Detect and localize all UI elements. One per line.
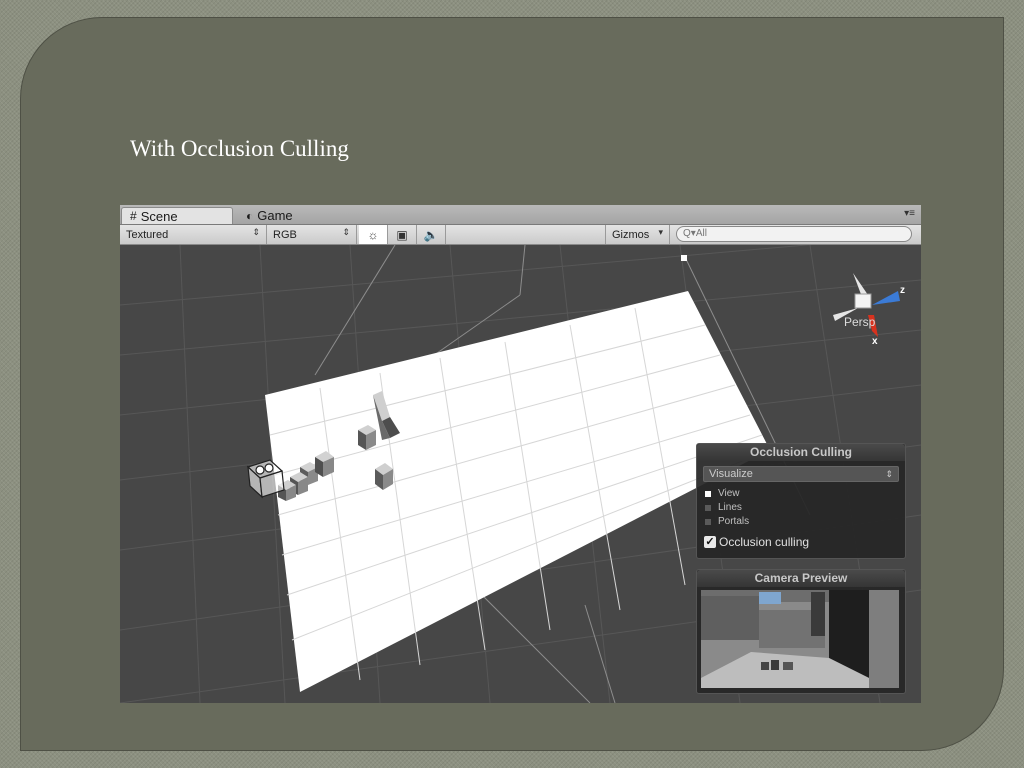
dropdown-arrows-icon: ⇕: [342, 227, 350, 237]
search-input[interactable]: Q▾All: [676, 226, 912, 242]
occlusion-panel-title: Occlusion Culling: [697, 444, 905, 461]
slide-title: With Occlusion Culling: [130, 136, 349, 161]
pacman-icon: ◐: [246, 208, 254, 223]
gizmos-dropdown[interactable]: Gizmos ▾: [605, 225, 670, 244]
option-lines-checkbox[interactable]: [705, 504, 711, 511]
speaker-icon: 🔈: [423, 227, 439, 242]
occlusion-culling-panel: Occlusion Culling Visualize ⇕ View Lines…: [696, 443, 906, 559]
option-portals-label: Portals: [718, 516, 750, 527]
axis-z-label: z: [900, 285, 905, 296]
option-portals-checkbox[interactable]: [705, 518, 711, 525]
render-mode-value: Textured: [126, 228, 169, 241]
occlusion-culling-toggle[interactable]: ✓ Occlusion culling: [704, 535, 809, 549]
camera-preview-panel: Camera Preview: [696, 569, 906, 694]
color-mode-value: RGB: [273, 228, 297, 241]
option-portals[interactable]: Portals: [705, 516, 749, 527]
option-lines-label: Lines: [718, 502, 742, 513]
color-mode-dropdown[interactable]: RGB ⇕: [267, 225, 357, 244]
search-icon: Q▾: [683, 228, 696, 239]
tab-game[interactable]: ◐ Game: [238, 207, 348, 224]
camera-handle-icon[interactable]: [681, 255, 687, 261]
visualize-dropdown[interactable]: Visualize ⇕: [703, 466, 899, 482]
scene-lighting-toggle[interactable]: ☼: [359, 225, 388, 244]
search-placeholder: All: [695, 228, 707, 239]
tab-game-label: Game: [257, 208, 293, 223]
occlusion-culling-toggle-label: Occlusion culling: [719, 535, 810, 549]
camera-preview-image: [701, 590, 899, 688]
ground-plane: [265, 291, 770, 692]
sun-icon: ☼: [367, 227, 379, 242]
option-view-label: View: [718, 488, 740, 499]
dropdown-arrows-icon: ⇕: [885, 469, 893, 479]
perspective-label[interactable]: Persp: [844, 315, 875, 329]
gizmos-label: Gizmos: [612, 228, 650, 241]
tab-bar: # Scene ◐ Game ▾≡: [120, 205, 921, 225]
checkmark-icon[interactable]: ✓: [704, 536, 716, 548]
grid-icon: #: [130, 209, 137, 223]
axis-x-label: x: [872, 336, 878, 347]
image-icon: ▣: [396, 227, 408, 242]
camera-preview-title: Camera Preview: [697, 570, 905, 587]
scene-view-window: # Scene ◐ Game ▾≡ Textured ⇕ RGB ⇕ ☼ ▣ 🔈…: [120, 205, 921, 703]
option-view-checkbox[interactable]: [705, 490, 711, 497]
dropdown-arrows-icon: ⇕: [252, 227, 260, 237]
tab-scene-label: Scene: [140, 208, 178, 224]
chevron-down-icon: ▾: [658, 227, 663, 237]
render-mode-dropdown[interactable]: Textured ⇕: [120, 225, 267, 244]
option-lines[interactable]: Lines: [705, 502, 742, 513]
option-view[interactable]: View: [705, 488, 740, 499]
scene-toolbar: Textured ⇕ RGB ⇕ ☼ ▣ 🔈 Gizmos ▾ Q▾All: [120, 225, 921, 245]
tab-menu-icon[interactable]: ▾≡: [904, 208, 915, 219]
tab-scene[interactable]: # Scene: [121, 207, 233, 224]
scene-audio-toggle[interactable]: 🔈: [417, 225, 446, 244]
scene-overlay-toggle[interactable]: ▣: [388, 225, 417, 244]
visualize-dropdown-value: Visualize: [709, 468, 753, 480]
